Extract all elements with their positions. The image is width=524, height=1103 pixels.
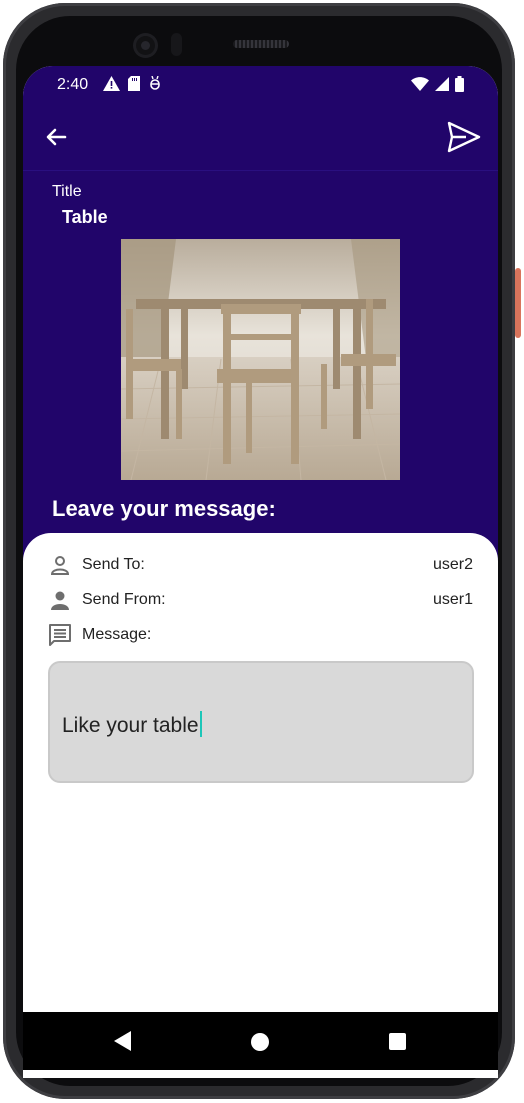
system-nav-bar bbox=[23, 1012, 498, 1070]
send-from-row: Send From: user1 bbox=[48, 586, 473, 614]
header-section: 2:40 Title Table Leave your message: bbox=[23, 66, 498, 586]
warning-icon bbox=[103, 76, 120, 91]
send-icon[interactable] bbox=[446, 119, 482, 155]
message-row: Message: bbox=[48, 621, 473, 649]
nav-recents-icon[interactable] bbox=[389, 1033, 406, 1050]
status-bar: 2:40 bbox=[23, 66, 498, 106]
status-icons bbox=[103, 76, 162, 91]
title-label: Title bbox=[52, 183, 82, 200]
earpiece-speaker bbox=[233, 40, 289, 48]
item-photo bbox=[121, 239, 400, 480]
person-outline-icon bbox=[50, 556, 70, 575]
send-to-row: Send To: user2 bbox=[48, 551, 473, 579]
send-from-value: user1 bbox=[432, 591, 473, 608]
person-icon bbox=[51, 591, 69, 610]
wifi-icon bbox=[411, 77, 429, 91]
message-icon bbox=[49, 624, 71, 646]
send-from-label: Send From: bbox=[82, 591, 166, 608]
message-label: Message: bbox=[82, 626, 152, 643]
leave-message-heading: Leave your message: bbox=[52, 496, 276, 521]
nav-back-icon[interactable] bbox=[114, 1031, 132, 1051]
message-input-value: Like your table bbox=[62, 714, 199, 737]
power-button[interactable] bbox=[515, 268, 521, 338]
status-right-icons bbox=[411, 76, 464, 92]
app-screen: 2:40 Title Table Leave your message: Sen… bbox=[23, 66, 498, 1078]
send-to-value: user2 bbox=[432, 556, 473, 573]
signal-icon bbox=[435, 77, 449, 91]
debug-icon bbox=[150, 76, 160, 90]
battery-icon bbox=[455, 76, 464, 92]
status-time: 2:40 bbox=[57, 76, 89, 93]
text-cursor bbox=[199, 711, 202, 737]
message-input-text: Like your table bbox=[62, 711, 202, 738]
camera-lens bbox=[141, 41, 150, 50]
arrow-back-icon[interactable] bbox=[41, 122, 71, 152]
proximity-sensor bbox=[171, 33, 182, 56]
message-input[interactable]: Like your table bbox=[48, 661, 474, 783]
send-to-label: Send To: bbox=[82, 556, 145, 573]
message-form-card: Send To: user2 Send From: user1 Message: bbox=[23, 533, 498, 1078]
title-value: Table bbox=[62, 207, 108, 227]
app-bar bbox=[23, 106, 498, 171]
nav-home-icon[interactable] bbox=[251, 1033, 269, 1051]
front-camera bbox=[133, 33, 158, 58]
device-frame: 2:40 Title Table Leave your message: Sen… bbox=[0, 0, 524, 1103]
sd-card-icon bbox=[128, 76, 140, 91]
